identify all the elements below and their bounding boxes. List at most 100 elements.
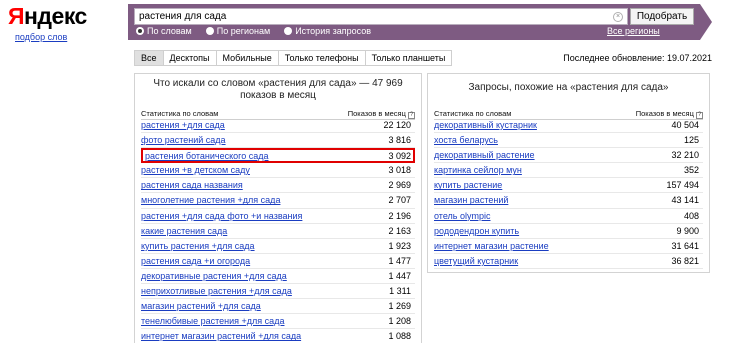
keyword-link[interactable]: картинка сейлор мун <box>434 165 522 175</box>
keyword-link[interactable]: растения ботанического сада <box>145 151 269 161</box>
impressions-count: 408 <box>683 210 699 221</box>
keyword-link[interactable]: декоративный кустарник <box>434 120 537 130</box>
keyword-link[interactable]: отель olympic <box>434 211 490 221</box>
impressions-count: 3 816 <box>388 135 411 146</box>
search-mode-radio[interactable]: История запросов <box>284 26 371 36</box>
keyword-link[interactable]: многолетние растения +для сада <box>141 195 280 205</box>
keyword-link[interactable]: какие растения сада <box>141 226 227 236</box>
impressions-count: 43 141 <box>671 195 699 206</box>
radio-dot-icon <box>284 27 293 35</box>
search-mode-group: По словам По регионам История запросов <box>136 26 385 36</box>
device-tab[interactable]: Только планшеты <box>365 51 452 65</box>
keyword-link[interactable]: магазин растений +для сада <box>141 301 261 311</box>
keyword-link[interactable]: фото растений сада <box>141 135 226 145</box>
keyword-link[interactable]: декоративные растения +для сада <box>141 271 287 281</box>
device-tab[interactable]: Десктопы <box>163 51 217 65</box>
table-row: интернет магазин растение 31 641 <box>434 239 703 254</box>
keyword-link[interactable]: тенелюбивые растения +для сада <box>141 316 284 326</box>
search-mode-radio[interactable]: По регионам <box>205 26 271 36</box>
keyword-list: растения +для сада 22 120 фото растений са… <box>141 118 415 343</box>
impressions-count: 1 208 <box>388 316 411 327</box>
keyword-link[interactable]: растения +для сада <box>141 120 225 130</box>
radio-label: По регионам <box>216 26 271 36</box>
table-row: рододендрон купить 9 900 <box>434 224 703 239</box>
impressions-count: 2 969 <box>388 180 411 191</box>
keyword-link[interactable]: декоративный растение <box>434 150 535 160</box>
impressions-count: 22 120 <box>383 120 411 130</box>
impressions-count: 1 447 <box>388 270 411 281</box>
impressions-count: 40 504 <box>671 120 699 130</box>
logo-first-letter: Я <box>8 3 25 29</box>
impressions-count: 32 210 <box>671 150 699 161</box>
last-update-text: Последнее обновление: 19.07.2021 <box>563 53 712 63</box>
impressions-count: 1 477 <box>388 255 411 266</box>
similar-queries-panel: Запросы, похожие на «растения для сада» … <box>427 73 710 273</box>
keyword-link[interactable]: неприхотливые растения +для сада <box>141 286 292 296</box>
keyword-link[interactable]: растения сада названия <box>141 180 243 190</box>
table-row: растения +в детском саду 3 018 <box>141 163 415 179</box>
panel-title: Запросы, похожие на «растения для сада» <box>468 82 669 93</box>
search-input[interactable]: растения для сада × <box>134 8 628 25</box>
table-row: фото растений сада 3 816 <box>141 133 415 149</box>
yandex-logo[interactable]: Яндекс <box>8 3 87 30</box>
keyword-link[interactable]: купить растения +для сада <box>141 241 255 251</box>
impressions-count: 352 <box>683 165 699 176</box>
impressions-count: 1 269 <box>388 301 411 312</box>
service-name-link[interactable]: подбор слов <box>15 32 67 42</box>
table-row: купить растения +для сада 1 923 <box>141 239 415 254</box>
keyword-link[interactable]: магазин растений <box>434 195 508 205</box>
keyword-link[interactable]: растения +для сада фото +и названия <box>141 211 302 221</box>
table-row: растения +для сада фото +и названия 2 196 <box>141 209 415 224</box>
search-mode-radio[interactable]: По словам <box>136 26 192 36</box>
keyword-link[interactable]: растения +в детском саду <box>141 165 250 175</box>
table-row: цветущий кустарник 36 821 <box>434 254 703 269</box>
impressions-count: 2 707 <box>388 195 411 206</box>
device-tab[interactable]: Только телефоны <box>278 51 366 65</box>
impressions-count: 2 196 <box>388 210 411 221</box>
table-row: растения ботанического сада 3 092 <box>141 148 415 164</box>
table-row: отель olympic 408 <box>434 209 703 224</box>
table-row: растения +для сада 22 120 <box>141 118 415 134</box>
column-header-words: Статистика по словам <box>434 109 512 118</box>
clear-icon[interactable]: × <box>613 12 623 22</box>
table-row: неприхотливые растения +для сада 1 311 <box>141 284 415 300</box>
impressions-count: 36 821 <box>671 255 699 266</box>
radio-dot-icon <box>136 27 144 35</box>
table-row: декоративные растения +для сада 1 447 <box>141 269 415 285</box>
search-query-text: растения для сада <box>139 11 227 22</box>
radio-dot-icon <box>205 27 214 35</box>
device-tabs: Все Десктопы Мобильные Только телефоны Тольк… <box>134 50 453 66</box>
keyword-link[interactable]: купить растение <box>434 180 502 190</box>
table-row: купить растение 157 494 <box>434 178 703 194</box>
keyword-link[interactable]: интернет магазин растений +для сада <box>141 331 301 341</box>
keyword-stats-panel: Что искали со словом «растения для сада»… <box>134 73 422 343</box>
table-row: какие растения сада 2 163 <box>141 224 415 239</box>
keyword-link[interactable]: интернет магазин растение <box>434 241 549 251</box>
keyword-link[interactable]: цветущий кустарник <box>434 256 518 266</box>
impressions-count: 31 641 <box>671 240 699 251</box>
impressions-count: 1 923 <box>388 240 411 251</box>
device-tab[interactable]: Мобильные <box>216 51 279 65</box>
impressions-count: 1 088 <box>388 331 411 342</box>
impressions-count: 157 494 <box>666 180 699 191</box>
table-row: магазин растений 43 141 <box>434 193 703 209</box>
panel-title: Что искали со словом «растения для сада»… <box>153 78 403 101</box>
column-header-count-label: Показов в месяц <box>635 109 694 118</box>
impressions-count: 3 092 <box>388 151 411 162</box>
table-row: хоста беларусь 125 <box>434 133 703 149</box>
impressions-count: 3 018 <box>388 165 411 176</box>
impressions-count: 2 163 <box>388 225 411 236</box>
impressions-count: 125 <box>683 135 699 146</box>
table-row: интернет магазин растений +для сада 1 088 <box>141 329 415 343</box>
keyword-link[interactable]: растения сада +и огорода <box>141 256 250 266</box>
table-row: растения сада +и огорода 1 477 <box>141 254 415 269</box>
similar-query-list: декоративный кустарник 40 504 хоста белару… <box>434 118 703 269</box>
all-regions-link[interactable]: Все регионы <box>607 26 660 36</box>
search-button[interactable]: Подобрать <box>630 8 694 25</box>
keyword-link[interactable]: рододендрон купить <box>434 226 519 236</box>
impressions-count: 1 311 <box>389 286 411 297</box>
device-tab[interactable]: Все <box>135 51 164 65</box>
table-row: декоративный кустарник 40 504 <box>434 118 703 134</box>
table-row: декоративный растение 32 210 <box>434 148 703 164</box>
keyword-link[interactable]: хоста беларусь <box>434 135 498 145</box>
